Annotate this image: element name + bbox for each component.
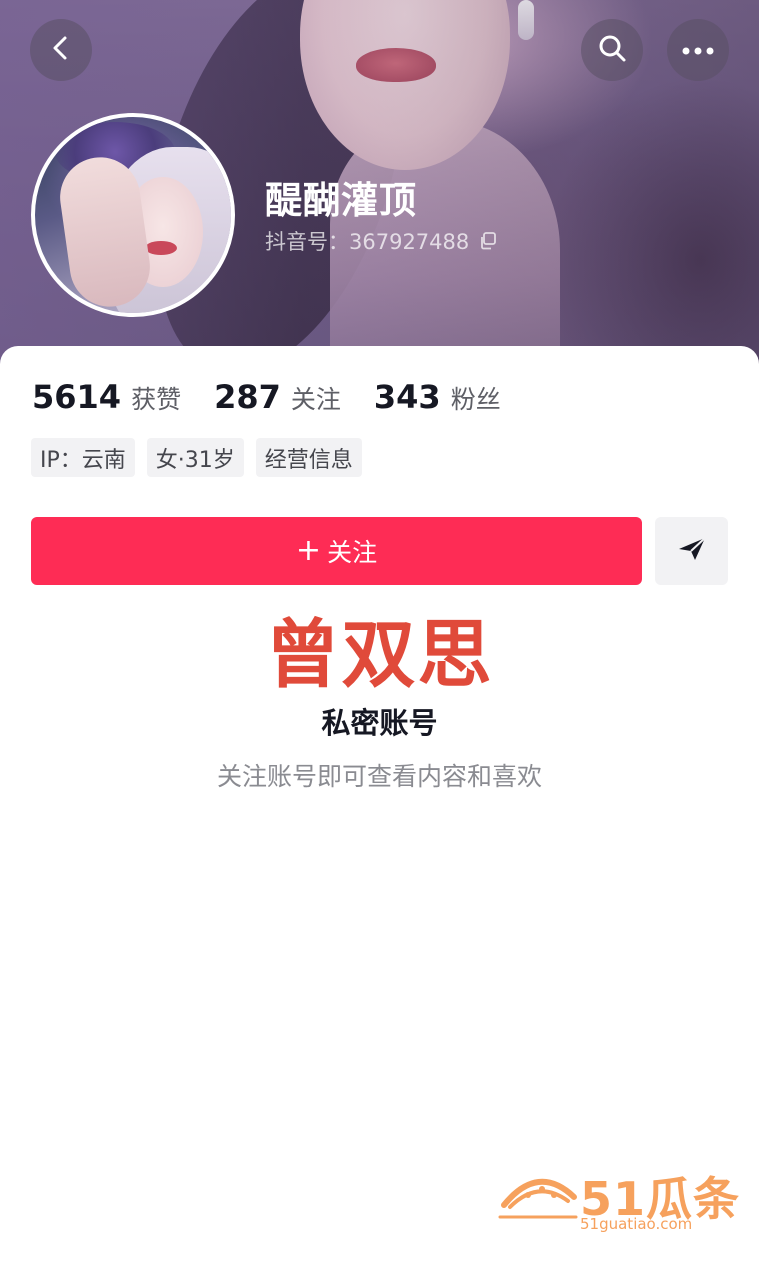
avatar[interactable] <box>31 113 235 317</box>
profile-card <box>0 346 759 1280</box>
stat-label: 粉丝 <box>450 385 501 414</box>
profile-nickname: 醍醐灌顶 <box>265 179 417 222</box>
overlay-caption-name: 曾双思 <box>265 612 494 698</box>
tag-ip-location: IP：云南 <box>31 438 135 477</box>
stat-value: 5614 <box>32 378 122 416</box>
watermark-domain: 51guatiao.com <box>580 1215 693 1233</box>
more-horizontal-icon <box>681 41 715 60</box>
profile-stats: 5614 获赞 287 关注 343 粉丝 <box>32 378 534 416</box>
share-arrow-icon <box>677 536 707 566</box>
tag-gender-age: 女·31岁 <box>146 438 244 477</box>
douyin-id-row[interactable]: 抖音号：367927488 <box>265 226 497 256</box>
back-button[interactable] <box>30 19 92 81</box>
stat-value: 287 <box>214 378 281 416</box>
stat-label: 关注 <box>290 385 341 414</box>
stat-label: 获赞 <box>131 385 182 414</box>
share-button[interactable] <box>655 517 728 585</box>
stat-followers[interactable]: 343 粉丝 <box>374 378 501 416</box>
stat-value: 343 <box>373 378 441 416</box>
plus-icon: + <box>295 533 322 568</box>
follow-label: 关注 <box>327 538 378 567</box>
follow-button[interactable]: + 关注 <box>31 517 642 585</box>
chevron-left-icon <box>48 35 74 65</box>
tag-business-info[interactable]: 经营信息 <box>255 438 362 477</box>
copy-icon[interactable] <box>479 232 497 250</box>
search-button[interactable] <box>581 19 643 81</box>
profile-tags: IP：云南 女·31岁 经营信息 <box>31 438 374 477</box>
private-account-title: 私密账号 <box>321 706 438 740</box>
search-icon <box>597 33 627 67</box>
douyin-id: 抖音号：367927488 <box>265 230 470 254</box>
stat-likes[interactable]: 5614 获赞 <box>32 378 181 416</box>
more-button[interactable] <box>667 19 729 81</box>
private-account-hint: 关注账号即可查看内容和喜欢 <box>216 762 542 791</box>
stat-following[interactable]: 287 关注 <box>214 378 341 416</box>
watermark: 51瓜条 51guatiao.com <box>498 1163 739 1238</box>
